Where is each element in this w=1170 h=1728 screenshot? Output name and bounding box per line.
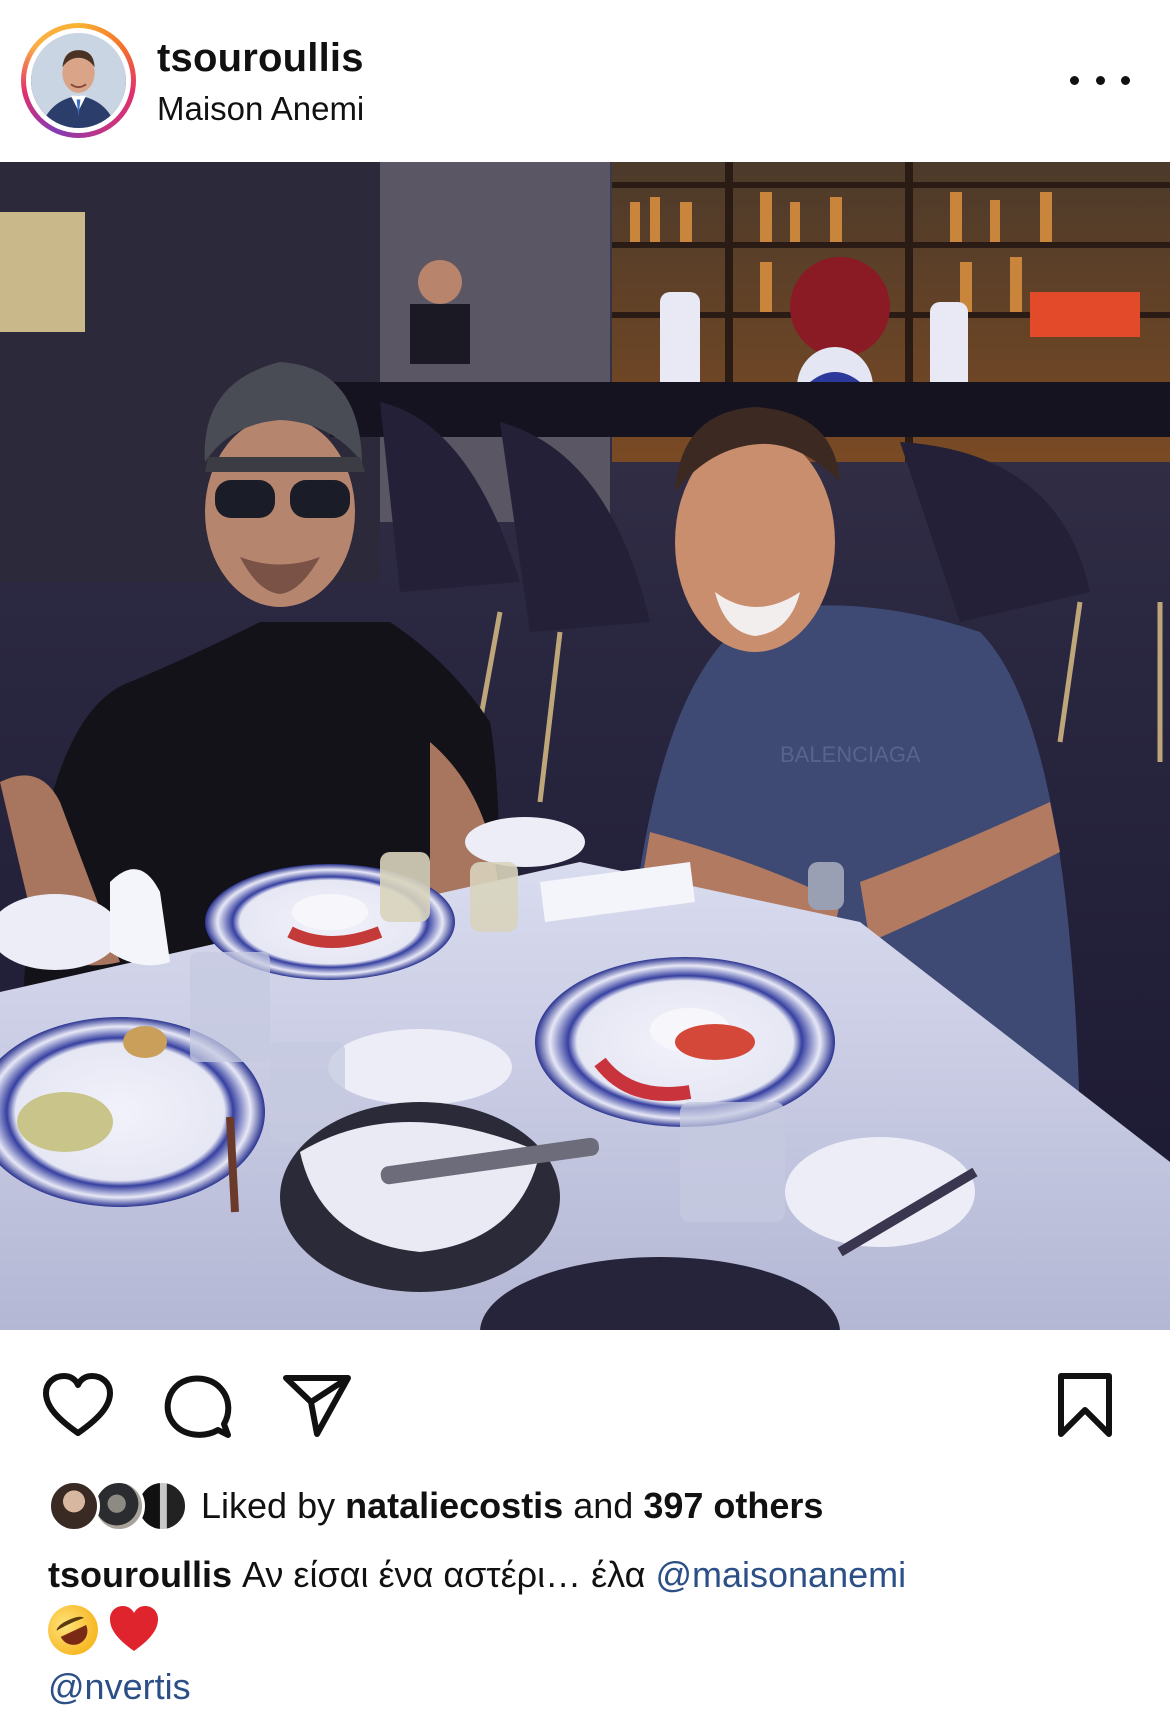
liked-by-username[interactable]: nataliecostis bbox=[345, 1485, 563, 1526]
post-header: tsouroullis Maison Anemi bbox=[0, 0, 1170, 162]
likes-count[interactable]: 397 others bbox=[643, 1485, 823, 1526]
liked-by-avatars bbox=[48, 1478, 193, 1534]
likes-text[interactable]: Liked by nataliecostis and 397 others bbox=[201, 1485, 823, 1527]
avatar bbox=[48, 1480, 100, 1532]
post-photo[interactable]: BALENCIAGA bbox=[0, 162, 1170, 1330]
post-image: BALENCIAGA bbox=[0, 162, 1170, 1330]
rolling-on-floor-laughing-emoji bbox=[39, 1596, 107, 1664]
likes-row[interactable]: Liked by nataliecostis and 397 others bbox=[48, 1478, 823, 1534]
caption-emojis bbox=[39, 1596, 1128, 1664]
avatar-story-ring[interactable] bbox=[21, 23, 136, 138]
avatar bbox=[93, 1480, 145, 1532]
post-actions bbox=[0, 1330, 1170, 1480]
caption-username[interactable]: tsouroullis bbox=[48, 1554, 232, 1595]
avatar-portrait bbox=[31, 33, 126, 128]
caption-mention[interactable]: @maisonanemi bbox=[655, 1554, 906, 1595]
likes-prefix: Liked by bbox=[201, 1485, 336, 1526]
avatar bbox=[31, 33, 126, 128]
caption-text: Αν είσαι ένα αστέρι… έλα bbox=[242, 1554, 646, 1595]
red-heart-emoji bbox=[110, 1606, 158, 1651]
post-location[interactable]: Maison Anemi bbox=[157, 90, 364, 128]
post-username[interactable]: tsouroullis bbox=[157, 36, 364, 81]
caption-mention[interactable]: @nvertis bbox=[48, 1666, 191, 1707]
more-options-icon[interactable] bbox=[1070, 60, 1130, 100]
bookmark-icon[interactable] bbox=[1057, 1372, 1113, 1438]
shirt-logo-text: BALENCIAGA bbox=[780, 742, 921, 767]
heart-icon[interactable] bbox=[42, 1373, 114, 1439]
comment-icon[interactable] bbox=[164, 1372, 232, 1440]
instagram-post: tsouroullis Maison Anemi BALENCIAGA Like… bbox=[0, 0, 1170, 1728]
likes-and: and bbox=[573, 1485, 634, 1526]
send-icon[interactable] bbox=[282, 1372, 352, 1438]
post-caption: tsouroullis Αν είσαι ένα αστέρι… έλα @ma… bbox=[39, 1550, 1128, 1712]
